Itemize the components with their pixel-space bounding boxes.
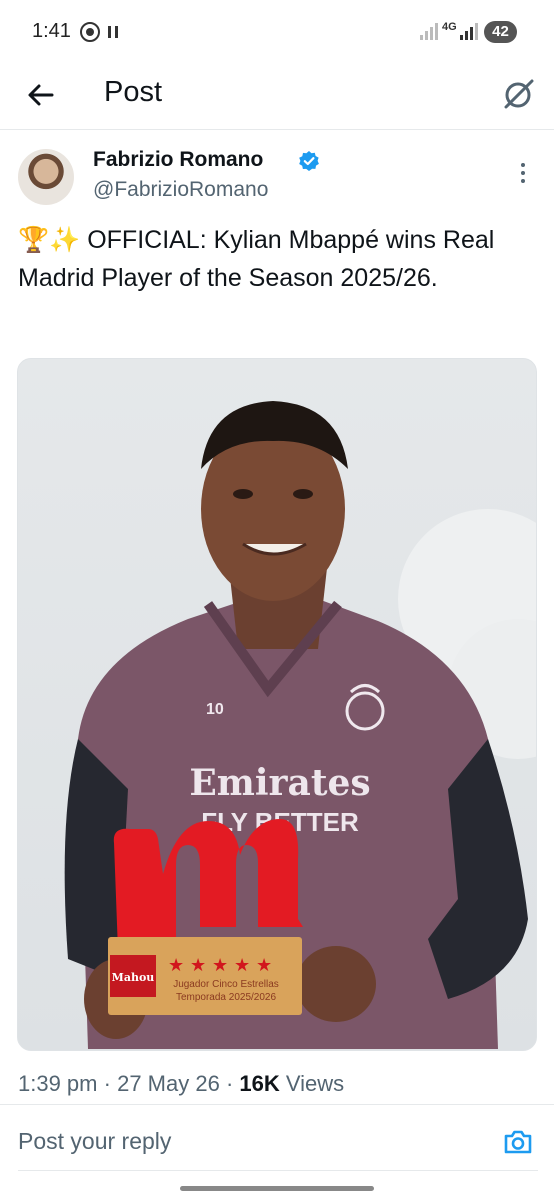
author-handle[interactable]: @FabrizioRomano bbox=[93, 178, 268, 202]
avatar[interactable] bbox=[18, 149, 74, 205]
page-title: Post bbox=[104, 76, 163, 108]
grok-icon[interactable] bbox=[502, 77, 536, 111]
more-options-icon[interactable] bbox=[520, 163, 526, 183]
views-label[interactable]: Views bbox=[286, 1071, 344, 1096]
signal-icon-2 bbox=[460, 22, 480, 40]
post-date: 27 May 26 bbox=[117, 1071, 220, 1096]
divider bbox=[0, 1104, 554, 1105]
trophy-caption-2: Temporada 2025/2026 bbox=[176, 992, 277, 1003]
jersey-number: 10 bbox=[206, 701, 224, 718]
arrow-left-icon[interactable] bbox=[26, 80, 56, 110]
svg-text:★: ★ bbox=[168, 955, 184, 975]
home-indicator[interactable] bbox=[180, 1186, 374, 1191]
top-app-bar: Post bbox=[0, 64, 554, 130]
reply-divider bbox=[18, 1170, 538, 1171]
sponsor-text: Emirates bbox=[189, 762, 370, 804]
svg-text:★: ★ bbox=[256, 955, 272, 975]
author-name[interactable]: Fabrizio Romano bbox=[93, 148, 263, 172]
pause-icon bbox=[108, 26, 119, 38]
post-time: 1:39 pm bbox=[18, 1071, 98, 1096]
whatsapp-icon bbox=[80, 22, 100, 42]
signal-icon bbox=[420, 22, 440, 40]
trophy-stars: ★ ★ ★ ★ ★ bbox=[168, 955, 272, 975]
svg-text:★: ★ bbox=[234, 955, 250, 975]
meta-separator: · bbox=[103, 1071, 118, 1096]
battery-icon: 42 bbox=[484, 21, 517, 43]
status-time: 1:41 bbox=[32, 20, 71, 42]
camera-icon[interactable] bbox=[502, 1126, 534, 1158]
post-image[interactable]: 10 Emirates FLY BETTER Mahou ★ ★ ★ ★ ★ J… bbox=[17, 358, 537, 1051]
trophy-brand: Mahou bbox=[112, 971, 155, 984]
reply-input[interactable]: Post your reply bbox=[18, 1128, 171, 1155]
network-type: 4G bbox=[442, 21, 457, 33]
post-text: 🏆✨ OFFICIAL: Kylian Mbappé wins Real Mad… bbox=[18, 226, 495, 292]
trophy-caption-1: Jugador Cinco Estrellas bbox=[173, 979, 279, 990]
views-count[interactable]: 16K bbox=[239, 1071, 279, 1096]
status-bar: 1:41 4G 42 bbox=[0, 0, 554, 64]
meta-separator-2: · bbox=[225, 1071, 240, 1096]
svg-text:★: ★ bbox=[212, 955, 228, 975]
verified-icon[interactable] bbox=[298, 150, 320, 172]
post-meta: 1:39 pm · 27 May 26 · 16K Views bbox=[18, 1071, 344, 1097]
svg-text:★: ★ bbox=[190, 955, 206, 975]
